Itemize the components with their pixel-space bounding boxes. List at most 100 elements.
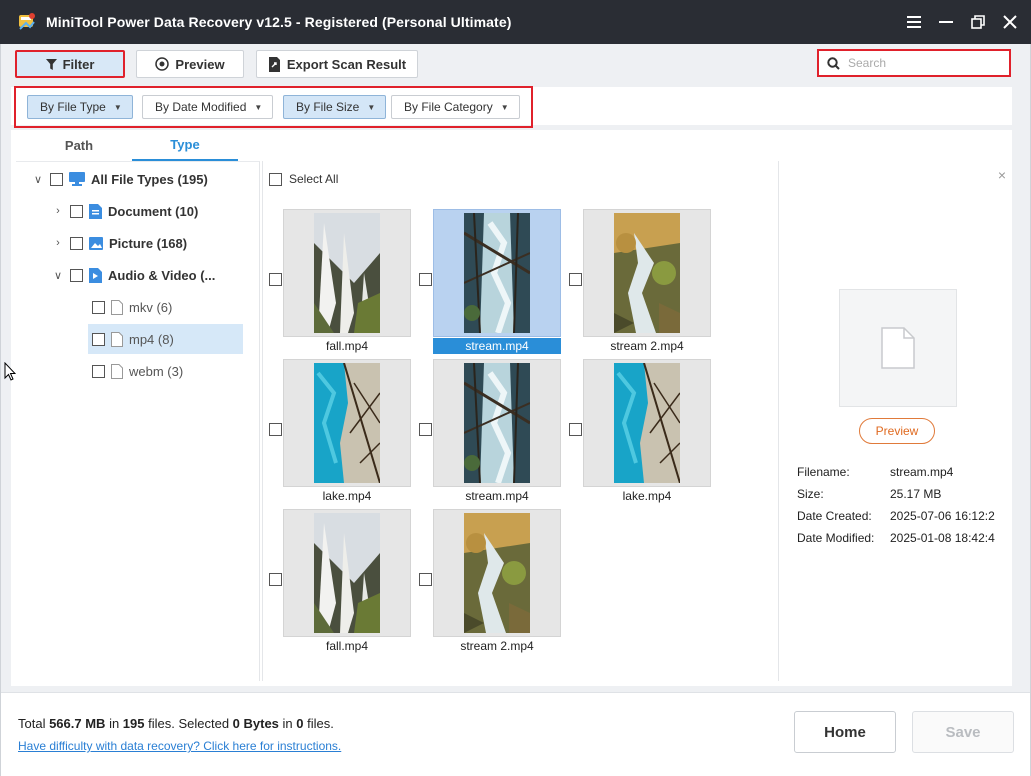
summary-text: in <box>278 716 297 731</box>
search-input[interactable] <box>848 56 998 70</box>
tree-checkbox[interactable] <box>92 364 105 378</box>
tree-label: Document (10) <box>108 203 199 219</box>
filter-by-file-category[interactable]: By File Category ▼ <box>391 95 520 119</box>
file-checkbox[interactable] <box>269 273 282 286</box>
tree-item-webm[interactable]: webm (3) <box>92 356 183 386</box>
video-thumbnail <box>283 209 411 337</box>
tree-checkbox[interactable] <box>92 332 105 346</box>
tree-checkbox[interactable] <box>70 204 83 218</box>
file-tile[interactable]: fall.mp4 <box>283 209 411 357</box>
summary-text: in <box>105 716 123 731</box>
file-checkbox[interactable] <box>419 573 432 586</box>
video-thumbnail <box>583 209 711 337</box>
tree-item-mp4[interactable]: mp4 (8) <box>88 324 243 354</box>
caret-down-icon: ▼ <box>254 102 263 112</box>
audio-video-icon <box>89 267 102 283</box>
tree-checkbox[interactable] <box>70 236 83 250</box>
detail-label: Date Modified: <box>797 531 875 545</box>
save-button[interactable]: Save <box>912 711 1014 753</box>
file-name: stream 2.mp4 <box>610 339 684 353</box>
preview-button[interactable]: Preview <box>136 50 244 78</box>
file-name: fall.mp4 <box>325 639 369 653</box>
help-link[interactable]: Have difficulty with data recovery? Clic… <box>18 739 341 753</box>
file-tile[interactable]: stream.mp4 <box>433 209 561 357</box>
video-thumbnail <box>283 359 411 487</box>
file-name: stream 2.mp4 <box>460 639 534 653</box>
monitor-icon <box>69 172 85 186</box>
caret-down-icon: ▼ <box>113 102 122 112</box>
detail-label: Filename: <box>797 465 850 479</box>
file-name: lake.mp4 <box>622 489 672 503</box>
restore-icon[interactable] <box>969 13 987 31</box>
close-icon[interactable] <box>1001 13 1019 31</box>
document-icon <box>89 203 102 219</box>
chevron-down-icon[interactable]: ∨ <box>52 269 64 282</box>
tree-item-mkv[interactable]: mkv (6) <box>92 292 172 322</box>
detail-panel: × Preview Filename: stream.mp4 Size: 25.17… <box>781 161 1012 681</box>
select-all-checkbox[interactable] <box>269 172 282 186</box>
select-all-label: Select All <box>289 172 339 186</box>
file-checkbox[interactable] <box>569 273 582 286</box>
search-box[interactable] <box>817 49 1011 77</box>
file-checkbox[interactable] <box>569 423 582 436</box>
total-files: 195 <box>122 716 145 731</box>
video-thumbnail <box>433 509 561 637</box>
close-detail-icon[interactable]: × <box>998 167 1006 183</box>
main-panel: Path Type ∨ All File Types (195) › Docum… <box>11 130 1012 686</box>
tree-item-document[interactable]: › Document (10) <box>52 196 198 226</box>
file-tile[interactable]: fall.mp4 <box>283 509 411 657</box>
filter-by-file-type[interactable]: By File Type ▼ <box>27 95 133 119</box>
home-button[interactable]: Home <box>794 711 896 753</box>
detail-size: 25.17 MB <box>890 487 942 501</box>
export-scan-result-button[interactable]: Export Scan Result <box>256 50 418 78</box>
detail-modified-row: Date Modified: 2025-01-08 18:42:4 <box>797 530 995 546</box>
detail-filename: stream.mp4 <box>890 465 954 479</box>
menu-icon[interactable] <box>905 13 923 31</box>
filter-chip-label: By File Category <box>404 100 493 114</box>
tree-checkbox[interactable] <box>50 172 63 186</box>
file-checkbox[interactable] <box>269 573 282 586</box>
detail-preview-button[interactable]: Preview <box>859 418 935 444</box>
file-checkbox[interactable] <box>419 423 432 436</box>
file-tile[interactable]: stream 2.mp4 <box>583 209 711 357</box>
filter-by-date-modified[interactable]: By Date Modified ▼ <box>142 95 274 119</box>
file-checkbox[interactable] <box>269 423 282 436</box>
chevron-down-icon[interactable]: ∨ <box>32 173 44 186</box>
caret-down-icon: ▼ <box>500 102 509 112</box>
tree-label: mp4 (8) <box>129 331 174 347</box>
detail-modified: 2025-01-08 18:42:4 <box>890 531 995 545</box>
tree-checkbox[interactable] <box>92 300 105 314</box>
tree-item-picture[interactable]: › Picture (168) <box>52 228 187 258</box>
eye-icon <box>155 57 170 71</box>
tree-item-audio-video[interactable]: ∨ Audio & Video (... <box>52 260 215 290</box>
detail-filename-row: Filename: stream.mp4 <box>797 464 953 480</box>
file-tile[interactable]: lake.mp4 <box>283 359 411 507</box>
tab-type[interactable]: Type <box>132 130 238 161</box>
file-icon <box>111 331 123 347</box>
file-checkbox[interactable] <box>419 273 432 286</box>
minimize-icon[interactable] <box>937 13 955 31</box>
preview-button-label: Preview <box>175 56 225 72</box>
filter-chip-label: By Date Modified <box>155 100 247 114</box>
chevron-right-icon[interactable]: › <box>52 205 64 217</box>
tree-checkbox[interactable] <box>70 268 83 282</box>
file-tile[interactable]: lake.mp4 <box>583 359 711 507</box>
file-tile[interactable]: stream 2.mp4 <box>433 509 561 657</box>
tree-label: Audio & Video (... <box>108 267 216 283</box>
filter-button-label: Filter <box>62 56 95 72</box>
tree-label: webm (3) <box>129 363 184 379</box>
video-thumbnail <box>283 509 411 637</box>
file-grid: Select All fall.mp4 stream.mp4 stream 2.mp… <box>262 161 779 681</box>
filter-button[interactable]: Filter <box>15 50 125 78</box>
file-icon <box>111 363 123 379</box>
window-title: MiniTool Power Data Recovery v12.5 - Reg… <box>46 14 512 30</box>
select-all[interactable]: Select All <box>269 172 338 186</box>
video-thumbnail <box>433 209 561 337</box>
picture-icon <box>89 236 103 250</box>
tab-path[interactable]: Path <box>26 130 132 161</box>
tree-item-all-file-types[interactable]: ∨ All File Types (195) <box>32 164 208 194</box>
filter-by-file-size[interactable]: By File Size ▼ <box>283 95 387 119</box>
tree-label: All File Types (195) <box>91 171 208 187</box>
chevron-right-icon[interactable]: › <box>52 237 64 249</box>
file-tile[interactable]: stream.mp4 <box>433 359 561 507</box>
